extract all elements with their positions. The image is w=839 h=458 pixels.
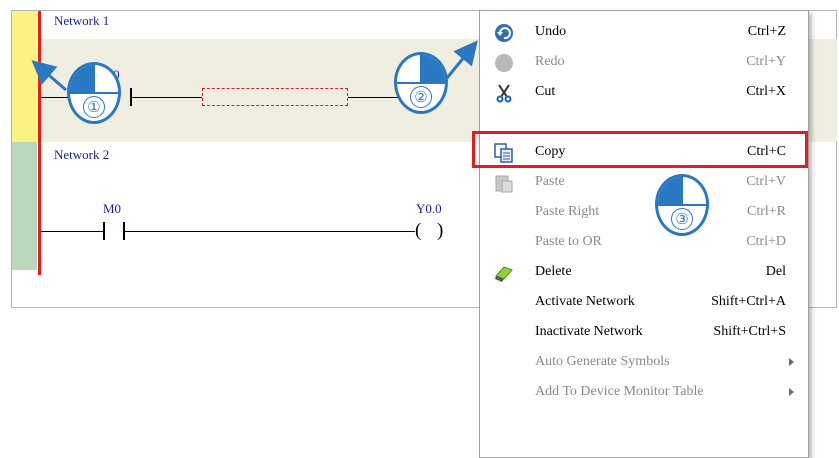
menu-item-shortcut: Ctrl+Z (747, 24, 786, 39)
step-number-2: ② (410, 86, 432, 108)
menu-item-shortcut: Ctrl+R (746, 204, 786, 219)
menu-item-auto-generate-symbols[interactable]: Auto Generate Symbols (480, 349, 808, 377)
menu-item-delete[interactable]: Delete Del (480, 259, 808, 287)
menu-item-label: Redo (535, 54, 565, 69)
menu-item-shortcut: Shift+Ctrl+A (711, 294, 786, 309)
menu-item-label: Add To Device Monitor Table (535, 384, 704, 399)
menu-item-shortcut: Del (765, 264, 786, 279)
menu-item-activate-network[interactable]: Activate Network Shift+Ctrl+A (480, 289, 808, 317)
menu-item-shortcut: Ctrl+D (746, 234, 786, 249)
left-button-fill (70, 65, 94, 93)
menu-item-label: Activate Network (535, 294, 635, 309)
menu-item-label: Paste to OR (535, 234, 602, 249)
menu-item-shortcut: Shift+Ctrl+S (713, 324, 786, 339)
arrow-1 (31, 60, 67, 92)
menu-item-shortcut: Ctrl+Y (746, 54, 786, 69)
context-menu[interactable]: Undo Ctrl+Z Redo Ctrl+Y Cut Ctrl+X Copy … (479, 10, 809, 458)
left-button-fill (658, 177, 682, 205)
arrow-2 (445, 40, 478, 79)
menu-item-undo[interactable]: Undo Ctrl+Z (480, 19, 808, 47)
menu-item-add-to-device-monitor-table[interactable]: Add To Device Monitor Table (480, 379, 808, 407)
menu-item-label: Paste (535, 174, 565, 189)
step-number-3: ③ (671, 208, 693, 230)
right-button-fill (421, 55, 445, 83)
step-number-1: ① (83, 96, 105, 118)
menu-item-shortcut: Ctrl+X (746, 84, 786, 99)
submenu-arrow-icon (789, 388, 794, 396)
menu-item-label: Inactivate Network (535, 324, 643, 339)
menu-item-inactivate-network[interactable]: Inactivate Network Shift+Ctrl+S (480, 319, 808, 347)
redo-icon (495, 54, 513, 72)
submenu-arrow-icon (789, 358, 794, 366)
scissors-icon (496, 84, 512, 103)
menu-item-paste[interactable]: Paste Ctrl+V (480, 169, 808, 197)
mouse-left-click-marker-1: ① (67, 62, 121, 124)
menu-item-cut[interactable]: Cut Ctrl+X (480, 79, 808, 107)
menu-item-paste-right[interactable]: Paste Right Ctrl+R (480, 199, 808, 227)
menu-item-redo[interactable]: Redo Ctrl+Y (480, 49, 808, 77)
mouse-left-click-marker-3: ③ (655, 174, 709, 236)
menu-item-label: Undo (535, 24, 567, 39)
copy-highlight-box (472, 131, 808, 168)
menu-item-paste-to-or[interactable]: Paste to OR Ctrl+D (480, 229, 808, 257)
undo-icon (495, 24, 513, 42)
paste-icon (495, 175, 513, 193)
eraser-icon (495, 266, 513, 282)
menu-item-label: Cut (535, 84, 556, 99)
menu-item-shortcut: Ctrl+V (746, 174, 786, 189)
menu-item-label: Paste Right (535, 204, 600, 219)
menu-item-label: Delete (535, 264, 572, 279)
menu-item-label: Auto Generate Symbols (535, 354, 670, 369)
mouse-right-click-marker-2: ② (394, 52, 448, 114)
